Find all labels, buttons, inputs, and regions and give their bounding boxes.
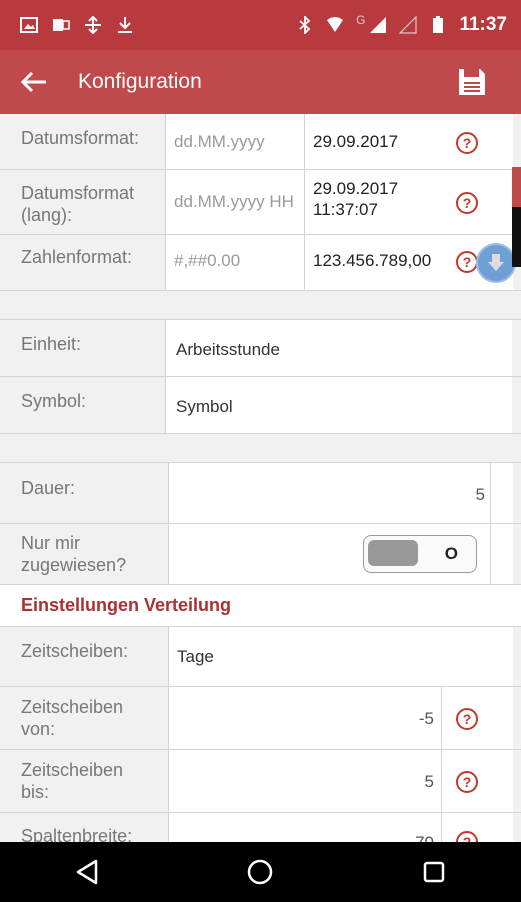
label-spaltenbreite: Spaltenbreite: bbox=[21, 826, 133, 842]
row-nur-mir: Nur mir zugewiesen? O bbox=[0, 524, 521, 585]
nav-back-button[interactable] bbox=[67, 852, 107, 892]
cell-dauer-extra bbox=[490, 463, 513, 523]
transfer-notification-icon bbox=[85, 16, 101, 34]
help-icon[interactable]: ? bbox=[456, 192, 478, 214]
row-zeitscheiben-bis: Zeitscheiben bis: 5 ? bbox=[0, 750, 521, 813]
input-zeitscheiben-bis[interactable]: 5 bbox=[168, 750, 442, 812]
circle-home-icon bbox=[248, 859, 273, 885]
label-zeitscheiben-bis-line2: bis: bbox=[21, 782, 50, 802]
bluetooth-icon bbox=[299, 16, 311, 34]
row-zeitscheiben-von: Zeitscheiben von: -5 ? bbox=[0, 687, 521, 750]
arrow-left-icon bbox=[20, 71, 46, 93]
label-einheit: Einheit: bbox=[21, 334, 82, 354]
triangle-back-icon bbox=[76, 859, 98, 885]
nav-recents-button[interactable] bbox=[414, 852, 454, 892]
input-datumsformat-mask[interactable]: dd.MM.yyyy bbox=[165, 114, 305, 169]
input-symbol[interactable]: Symbol bbox=[165, 377, 512, 433]
row-zeitscheiben: Zeitscheiben: Tage bbox=[0, 627, 521, 687]
row-symbol: Symbol: Symbol bbox=[0, 377, 521, 434]
input-zeitscheiben-von[interactable]: -5 bbox=[168, 687, 442, 749]
arrow-down-icon bbox=[488, 254, 504, 271]
row-spaltenbreite: Spaltenbreite: 70 ? bbox=[0, 813, 521, 842]
spacer bbox=[0, 434, 521, 463]
section-title: Einstellungen Verteilung bbox=[21, 595, 232, 615]
label-zeitscheiben: Zeitscheiben: bbox=[21, 641, 129, 661]
row-einheit: Einheit: Arbeitsstunde bbox=[0, 320, 521, 377]
label-nur-mir-line1: Nur mir bbox=[21, 533, 80, 553]
battery-icon bbox=[433, 16, 444, 33]
status-bar: G 11:37 bbox=[0, 0, 521, 50]
mask-zahlenformat: #,##0.00 bbox=[174, 251, 241, 270]
system-nav-bar bbox=[0, 842, 521, 902]
image-notification-icon bbox=[20, 17, 38, 33]
help-icon[interactable]: ? bbox=[456, 708, 478, 730]
input-einheit[interactable]: Arbeitsstunde bbox=[165, 320, 512, 376]
value-datumsformat-lang: 29.09.2017 11:37:07 bbox=[304, 170, 513, 234]
input-datumsformat-lang-mask[interactable]: dd.MM.yyyy HH bbox=[165, 170, 305, 234]
wifi-icon bbox=[327, 17, 344, 32]
label-dauer: Dauer: bbox=[21, 478, 76, 498]
input-zahlenformat-mask[interactable]: #,##0.00 bbox=[165, 235, 305, 290]
scroll-indicator bbox=[512, 167, 521, 207]
label-zeitscheiben-bis-line1: Zeitscheiben bbox=[21, 760, 124, 780]
signal-icon bbox=[370, 17, 387, 33]
label-datumsformat: Datumsformat: bbox=[21, 128, 140, 148]
nav-home-button[interactable] bbox=[240, 852, 280, 892]
scroll-down-button[interactable] bbox=[476, 243, 516, 283]
back-button[interactable] bbox=[20, 67, 50, 97]
input-dauer[interactable]: 5 bbox=[168, 463, 491, 523]
config-form: Datumsformat: dd.MM.yyyy 29.09.2017 ? Da… bbox=[0, 114, 521, 842]
label-zahlenformat: Zahlenformat: bbox=[21, 247, 133, 267]
mask-datumsformat-lang: dd.MM.yyyy HH bbox=[174, 192, 294, 211]
status-time: 11:37 bbox=[459, 14, 507, 35]
help-icon[interactable]: ? bbox=[456, 771, 478, 793]
download-notification-icon bbox=[118, 17, 132, 33]
signal-empty-icon bbox=[399, 16, 418, 34]
scroll-indicator-dark bbox=[512, 207, 521, 267]
input-zeitscheiben[interactable]: Tage bbox=[168, 627, 513, 686]
cell-nur-mir-extra bbox=[490, 524, 513, 584]
page-title: Konfiguration bbox=[78, 70, 202, 93]
toggle-knob bbox=[368, 540, 418, 566]
row-zahlenformat: Zahlenformat: #,##0.00 123.456.789,00 ? bbox=[0, 235, 521, 291]
input-spaltenbreite[interactable]: 70 bbox=[168, 813, 442, 842]
section-header: Einstellungen Verteilung bbox=[0, 585, 521, 627]
network-type-label: G bbox=[356, 13, 366, 27]
toggle-label: O bbox=[444, 544, 458, 563]
row-dauer: Dauer: 5 bbox=[0, 463, 521, 524]
help-icon[interactable]: ? bbox=[456, 132, 478, 154]
mask-datumsformat: dd.MM.yyyy bbox=[174, 132, 265, 151]
label-datumsformat-lang: Datumsformat (lang): bbox=[21, 183, 135, 225]
nur-mir-toggle[interactable]: O bbox=[363, 535, 477, 573]
outlook-notification-icon bbox=[53, 19, 70, 31]
help-icon[interactable]: ? bbox=[456, 251, 478, 273]
square-recents-icon bbox=[423, 861, 445, 883]
row-datumsformat-lang: Datumsformat (lang): dd.MM.yyyy HH 29.09… bbox=[0, 170, 521, 235]
label-zeitscheiben-von-line2: von: bbox=[21, 719, 56, 739]
value-datumsformat: 29.09.2017 bbox=[304, 114, 513, 169]
save-button[interactable] bbox=[457, 67, 487, 97]
label-nur-mir-line2: zugewiesen? bbox=[21, 555, 127, 575]
spacer bbox=[0, 291, 521, 320]
save-icon bbox=[459, 69, 485, 95]
label-zeitscheiben-von-line1: Zeitscheiben bbox=[21, 697, 124, 717]
app-bar: Konfiguration bbox=[0, 50, 521, 114]
row-datumsformat: Datumsformat: dd.MM.yyyy 29.09.2017 ? bbox=[0, 114, 521, 170]
label-symbol: Symbol: bbox=[21, 391, 87, 411]
